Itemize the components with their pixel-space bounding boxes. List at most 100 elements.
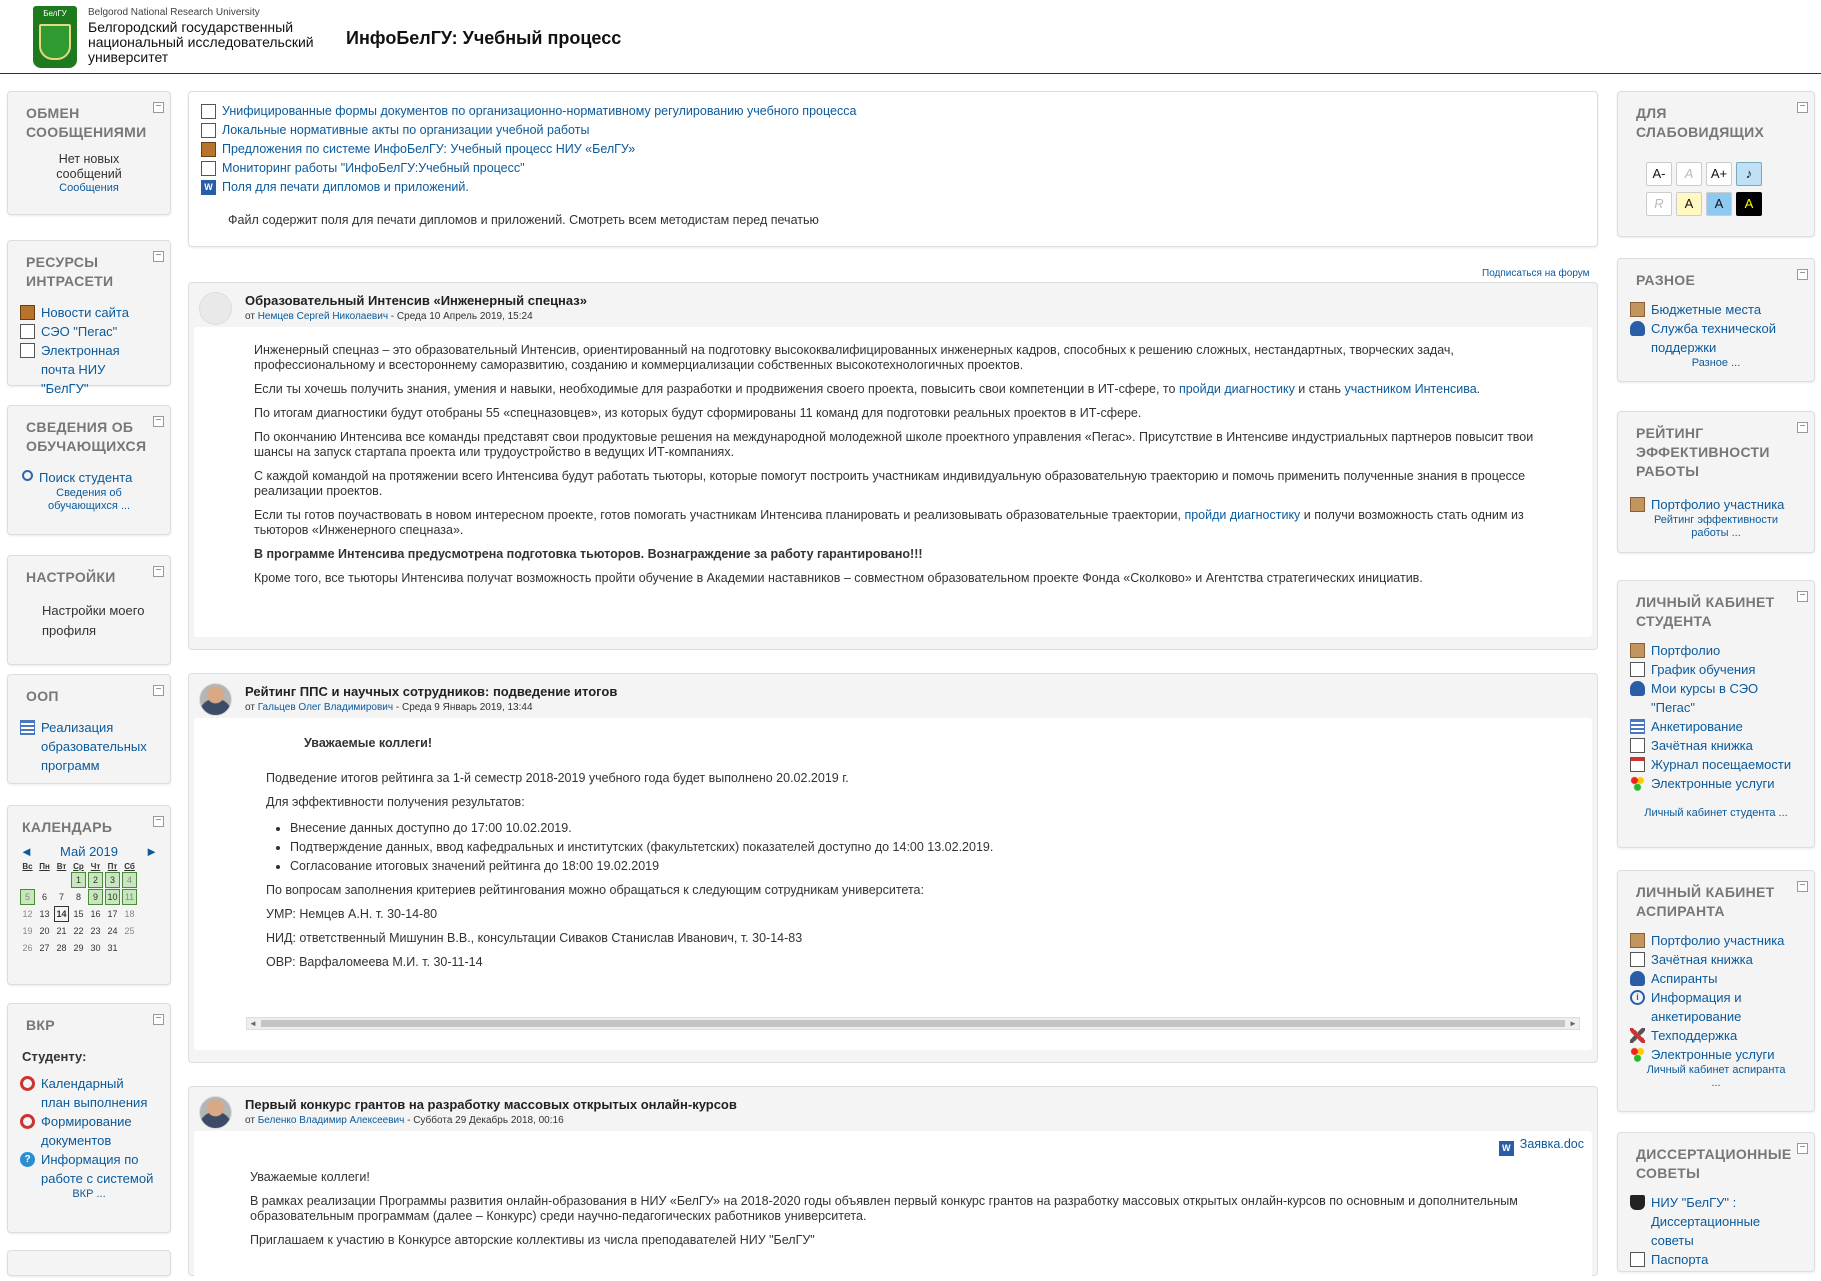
student-cabinet-item-label[interactable]: Электронные услуги — [1651, 774, 1774, 793]
attachment[interactable]: W Заявка.doc — [250, 1137, 1584, 1156]
intensive-participant-link[interactable]: участником Интенсива — [1344, 382, 1476, 396]
top-link[interactable]: Локальные нормативные акты по организаци… — [222, 121, 589, 140]
graduate-cabinet-item-label[interactable]: Зачётная книжка — [1651, 950, 1753, 969]
resource-item-news[interactable]: Новости сайта — [20, 303, 156, 322]
collapse-icon[interactable]: − — [153, 1014, 164, 1025]
profile-settings-item[interactable]: Настройки моего профиля — [22, 601, 156, 641]
messages-link[interactable]: Сообщения — [59, 182, 119, 194]
subscribe-forum-link[interactable]: Подписаться на форум — [1482, 268, 1590, 279]
student-cabinet-more-link[interactable]: Личный кабинет студента ... — [1644, 807, 1787, 819]
student-search-link[interactable]: Поиск студента — [39, 468, 132, 487]
post-author-link[interactable]: Беленко Владимир Алексеевич — [258, 1115, 405, 1126]
student-cabinet-item[interactable]: Журнал посещаемости — [1630, 755, 1800, 774]
student-cabinet-item[interactable]: Электронные услуги — [1630, 774, 1800, 793]
calendar-day[interactable]: 29 — [71, 940, 86, 956]
misc-item-label[interactable]: Служба технической поддержки — [1651, 319, 1800, 357]
graduate-cabinet-item-label[interactable]: Электронные услуги — [1651, 1045, 1774, 1064]
calendar-day[interactable]: 27 — [37, 940, 52, 956]
speaker-icon[interactable]: ♪ — [1736, 162, 1762, 186]
dissertation-item[interactable]: Паспорта — [1630, 1250, 1800, 1269]
reset-colors-button[interactable]: R — [1646, 192, 1672, 216]
calendar-day[interactable]: 9 — [88, 889, 103, 905]
student-cabinet-item-label[interactable]: График обучения — [1651, 660, 1755, 679]
calendar-day[interactable]: 24 — [105, 923, 120, 939]
calendar-day[interactable]: 18 — [122, 906, 137, 922]
resource-label[interactable]: Новости сайта — [41, 303, 129, 322]
calendar-day[interactable]: 13 — [37, 906, 52, 922]
calendar-day[interactable]: 10 — [105, 889, 120, 905]
calendar-day[interactable]: 12 — [20, 906, 35, 922]
vkr-item-label[interactable]: Формирование документов — [41, 1112, 156, 1150]
collapse-icon[interactable]: − — [153, 416, 164, 427]
calendar-day[interactable]: 15 — [71, 906, 86, 922]
post-title[interactable]: Образовательный Интенсив «Инженерный спе… — [245, 293, 1597, 308]
oop-item[interactable]: Реализация образовательных программ — [20, 718, 156, 775]
student-cabinet-item[interactable]: Зачётная книжка — [1630, 736, 1800, 755]
collapse-icon[interactable]: − — [153, 685, 164, 696]
vkr-item-label[interactable]: Календарный план выполнения — [41, 1074, 156, 1112]
graduate-cabinet-item-label[interactable]: Информация и анкетирование — [1651, 988, 1800, 1026]
post-author-link[interactable]: Гальцев Олег Владимирович — [258, 702, 393, 713]
avatar[interactable] — [199, 1096, 232, 1129]
vkr-item-docs[interactable]: Формирование документов — [20, 1112, 156, 1150]
collapse-icon[interactable]: − — [153, 566, 164, 577]
attachment-link[interactable]: Заявка.doc — [1520, 1137, 1584, 1151]
student-cabinet-item-label[interactable]: Анкетирование — [1651, 717, 1743, 736]
font-increase-button[interactable]: A+ — [1706, 162, 1732, 186]
graduate-cabinet-more-link[interactable]: Личный кабинет аспиранта ... — [1647, 1064, 1786, 1089]
collapse-icon[interactable]: − — [1797, 881, 1808, 892]
font-normal-button[interactable]: A — [1676, 162, 1702, 186]
font-decrease-button[interactable]: A- — [1646, 162, 1672, 186]
top-link-item[interactable]: Локальные нормативные акты по организаци… — [201, 121, 1587, 140]
graduate-cabinet-item-label[interactable]: Техподдержка — [1651, 1026, 1737, 1045]
resource-label[interactable]: Электронная почта НИУ "БелГУ" — [41, 341, 156, 398]
student-search-item[interactable]: Поиск студента — [22, 468, 156, 487]
top-link[interactable]: Мониторинг работы "ИнфоБелГУ:Учебный про… — [222, 159, 525, 178]
student-cabinet-item[interactable]: Мои курсы в СЭО "Пегас" — [1630, 679, 1800, 717]
scroll-thumb[interactable] — [261, 1020, 1565, 1027]
color-blue-button[interactable]: A — [1706, 192, 1732, 216]
misc-item-budget[interactable]: Бюджетные места — [1630, 300, 1800, 319]
students-info-more-link[interactable]: Сведения об обучающихся ... — [48, 487, 130, 512]
calendar-day[interactable]: 3 — [105, 872, 120, 888]
scroll-left-icon[interactable]: ◄ — [247, 1018, 259, 1029]
horizontal-scrollbar[interactable]: ◄ ► — [246, 1017, 1580, 1030]
diagnostics-link[interactable]: пройди диагностику — [1179, 382, 1295, 396]
calendar-day[interactable]: 7 — [54, 889, 69, 905]
avatar[interactable] — [199, 292, 232, 325]
student-cabinet-item[interactable]: Анкетирование — [1630, 717, 1800, 736]
vkr-item-help[interactable]: ? Информация по работе с системой — [20, 1150, 156, 1188]
dissertation-item[interactable]: НИУ "БелГУ" : Диссертационные советы — [1630, 1193, 1800, 1250]
misc-item-support[interactable]: Служба технической поддержки — [1630, 319, 1800, 357]
avatar[interactable] — [199, 683, 232, 716]
calendar-day[interactable]: 4 — [122, 872, 137, 888]
top-link-item[interactable]: Предложения по системе ИнфоБелГУ: Учебны… — [201, 140, 1587, 159]
collapse-icon[interactable]: − — [1797, 269, 1808, 280]
diagnostics-link[interactable]: пройди диагностику — [1184, 508, 1300, 522]
calendar-month[interactable]: Май 2019 — [60, 843, 118, 861]
top-link-item[interactable]: Мониторинг работы "ИнфоБелГУ:Учебный про… — [201, 159, 1587, 178]
collapse-icon[interactable]: − — [1797, 591, 1808, 602]
calendar-day[interactable]: 20 — [37, 923, 52, 939]
vkr-more-link[interactable]: ВКР ... — [72, 1188, 105, 1200]
graduate-cabinet-item[interactable]: Электронные услуги — [1630, 1045, 1800, 1064]
calendar-next-icon[interactable]: ► — [145, 843, 158, 861]
calendar-day[interactable]: 2 — [88, 872, 103, 888]
student-cabinet-item-label[interactable]: Портфолио — [1651, 641, 1720, 660]
graduate-cabinet-item-label[interactable]: Портфолио участника — [1651, 931, 1784, 950]
dissertation-item-label[interactable]: Паспорта — [1651, 1250, 1708, 1269]
post-title[interactable]: Первый конкурс грантов на разработку мас… — [245, 1097, 1597, 1112]
university-logo[interactable]: БелГУ — [33, 6, 77, 68]
graduate-cabinet-item[interactable]: i Информация и анкетирование — [1630, 988, 1800, 1026]
calendar-day[interactable]: 31 — [105, 940, 120, 956]
collapse-icon[interactable]: − — [153, 816, 164, 827]
student-cabinet-item[interactable]: График обучения — [1630, 660, 1800, 679]
resource-item-pegas[interactable]: СЭО "Пегас" — [20, 322, 156, 341]
calendar-day[interactable]: 28 — [54, 940, 69, 956]
misc-more-link[interactable]: Разное ... — [1692, 357, 1741, 369]
calendar-day[interactable]: 11 — [122, 889, 137, 905]
calendar-day[interactable]: 1 — [71, 872, 86, 888]
calendar-day[interactable]: 17 — [105, 906, 120, 922]
student-cabinet-item-label[interactable]: Мои курсы в СЭО "Пегас" — [1651, 679, 1800, 717]
calendar-day[interactable]: 22 — [71, 923, 86, 939]
